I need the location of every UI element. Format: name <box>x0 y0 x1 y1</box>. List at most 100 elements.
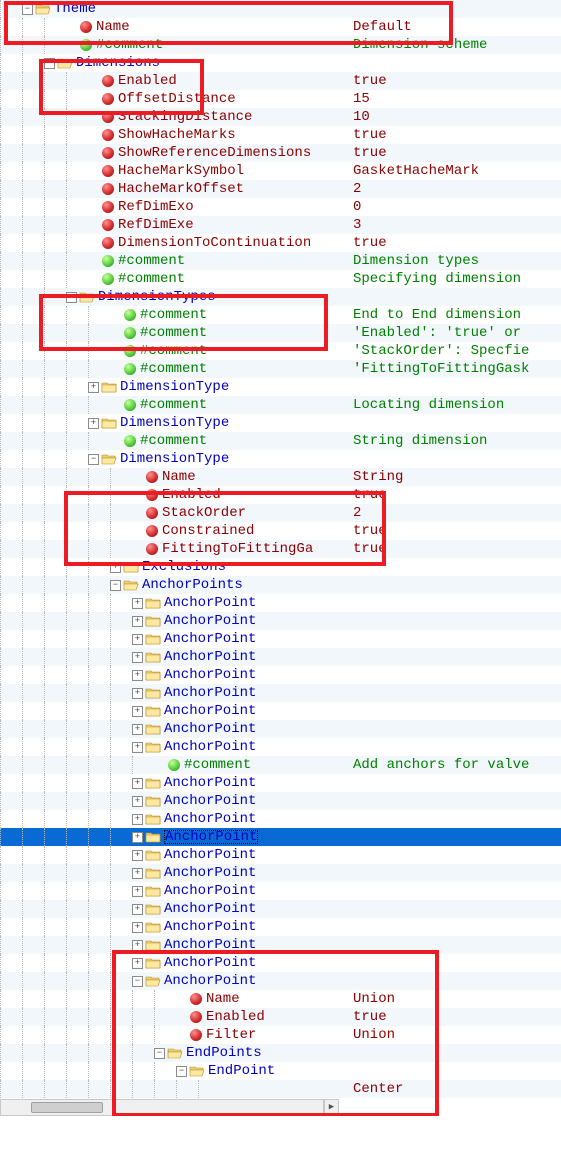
node-label[interactable]: #comment <box>184 758 255 772</box>
prop-stackorder[interactable]: StackOrder2 <box>0 504 561 522</box>
prop-theme-name[interactable]: Name Default <box>0 18 561 36</box>
node-value[interactable]: 15 <box>353 92 370 106</box>
node-label[interactable]: Name <box>96 20 134 34</box>
node-label[interactable]: ShowHacheMarks <box>118 128 240 142</box>
node-label[interactable]: #comment <box>140 398 211 412</box>
node-label[interactable]: ShowReferenceDimensions <box>118 146 315 160</box>
node-label[interactable]: AnchorPoints <box>142 578 247 592</box>
expand-icon[interactable]: + <box>132 958 143 969</box>
comment[interactable]: #commentDimension scheme <box>0 36 561 54</box>
node-dimtype-string[interactable]: − DimensionType <box>0 450 561 468</box>
expand-icon[interactable]: + <box>132 742 143 753</box>
node-value[interactable]: 2 <box>353 506 361 520</box>
expand-icon[interactable]: + <box>132 652 143 663</box>
node-label[interactable]: AnchorPoint <box>164 596 260 610</box>
node-value[interactable]: Dimension types <box>353 254 479 268</box>
node-anchorpoint[interactable]: +AnchorPoint <box>0 594 561 612</box>
node-label[interactable]: AnchorPoint <box>164 650 260 664</box>
node-theme[interactable]: −Theme <box>0 0 561 18</box>
prop-dim2cont[interactable]: DimensionToContinuationtrue <box>0 234 561 252</box>
expand-icon[interactable]: + <box>132 634 143 645</box>
prop-showrefdims[interactable]: ShowReferenceDimensionstrue <box>0 144 561 162</box>
node-anchorpoint[interactable]: +AnchorPoint <box>0 720 561 738</box>
expand-icon[interactable]: + <box>110 562 121 573</box>
node-label[interactable]: AnchorPoint <box>164 614 260 628</box>
expand-icon[interactable]: + <box>132 904 143 915</box>
node-value[interactable]: true <box>353 74 387 88</box>
prop-anchor-filter[interactable]: FilterUnion <box>0 1026 561 1044</box>
expand-icon[interactable]: + <box>132 940 143 951</box>
node-value[interactable]: Locating dimension <box>353 398 504 412</box>
node-value[interactable]: 3 <box>353 218 361 232</box>
node-label[interactable]: Theme <box>54 2 100 16</box>
node-value[interactable]: Default <box>353 20 412 34</box>
prop-refdimexo[interactable]: RefDimExo0 <box>0 198 561 216</box>
node-value[interactable]: Union <box>353 992 395 1006</box>
node-label[interactable]: AnchorPoint <box>164 848 260 862</box>
node-anchorpoint[interactable]: +AnchorPoint <box>0 936 561 954</box>
node-anchorpoints[interactable]: −AnchorPoints <box>0 576 561 594</box>
node-anchorpoint[interactable]: +AnchorPoint <box>0 846 561 864</box>
node-anchorpoint[interactable]: +AnchorPoint <box>0 864 561 882</box>
comment[interactable]: #comment Add anchors for valve <box>0 756 561 774</box>
node-dimensions[interactable]: −Dimensions <box>0 54 561 72</box>
node-value[interactable]: Add anchors for valve <box>353 758 529 772</box>
comment[interactable]: #comment'Enabled': 'true' or <box>0 324 561 342</box>
node-value[interactable]: 'StackOrder': Specfie <box>353 344 529 358</box>
node-dimtype[interactable]: +DimensionType <box>0 414 561 432</box>
node-exclusions[interactable]: + Exclusions <box>0 558 561 576</box>
node-label[interactable]: HacheMarkSymbol <box>118 164 248 178</box>
node-label[interactable]: AnchorPoint <box>164 686 260 700</box>
collapse-icon[interactable]: − <box>132 976 143 987</box>
node-endpoints[interactable]: −EndPoints <box>0 1044 561 1062</box>
prop-f2fga[interactable]: FittingToFittingGatrue <box>0 540 561 558</box>
node-endpoint[interactable]: −EndPoint <box>0 1062 561 1080</box>
prop-hachemarksymbol[interactable]: HacheMarkSymbolGasketHacheMark <box>0 162 561 180</box>
node-label[interactable]: AnchorPoint <box>164 704 260 718</box>
node-label[interactable]: AnchorPoint <box>164 866 260 880</box>
node-label[interactable]: #comment <box>140 308 211 322</box>
node-label[interactable]: Exclusions <box>142 560 230 574</box>
node-label[interactable]: StackingDistance <box>118 110 256 124</box>
node-label[interactable]: AnchorPoint <box>164 812 260 826</box>
horizontal-scrollbar[interactable] <box>0 1099 324 1116</box>
expand-icon[interactable]: + <box>88 382 99 393</box>
node-value[interactable]: String dimension <box>353 434 487 448</box>
node-anchorpoint-selected[interactable]: +AnchorPoint <box>0 828 561 846</box>
node-label[interactable]: #comment <box>118 254 189 268</box>
node-label[interactable]: AnchorPoint <box>164 920 260 934</box>
prop-anchor-enabled[interactable]: Enabledtrue <box>0 1008 561 1026</box>
comment[interactable]: #commentString dimension <box>0 432 561 450</box>
node-anchorpoint[interactable]: +AnchorPoint <box>0 630 561 648</box>
comment[interactable]: #commentSpecifying dimension <box>0 270 561 288</box>
node-anchorpoint[interactable]: +AnchorPoint <box>0 774 561 792</box>
node-anchorpoint[interactable]: +AnchorPoint <box>0 666 561 684</box>
node-label[interactable]: Dimensions <box>76 56 164 70</box>
node-label[interactable]: DimensionType <box>120 380 233 394</box>
node-label[interactable]: Name <box>162 470 200 484</box>
prop-dim-enabled[interactable]: Enabledtrue <box>0 72 561 90</box>
expand-icon[interactable]: + <box>132 796 143 807</box>
node-label[interactable]: AnchorPoint <box>164 956 260 970</box>
node-anchorpoint-open[interactable]: − AnchorPoint <box>0 972 561 990</box>
node-value[interactable]: 'Enabled': 'true' or <box>353 326 521 340</box>
node-label[interactable]: Name <box>206 992 244 1006</box>
node-label[interactable]: Filter <box>206 1028 260 1042</box>
collapse-icon[interactable]: − <box>88 454 99 465</box>
node-value[interactable]: true <box>353 488 387 502</box>
node-label[interactable]: Enabled <box>162 488 225 502</box>
node-dimtype[interactable]: + DimensionType <box>0 378 561 396</box>
expand-icon[interactable]: + <box>132 922 143 933</box>
prop-dimtype-name[interactable]: NameString <box>0 468 561 486</box>
comment[interactable]: #comment Locating dimension <box>0 396 561 414</box>
expand-icon[interactable]: + <box>132 814 143 825</box>
node-value[interactable]: 2 <box>353 182 361 196</box>
node-label[interactable]: DimensionType <box>120 452 233 466</box>
node-label[interactable]: AnchorPoint <box>164 974 260 988</box>
node-label[interactable]: AnchorPoint <box>164 830 258 844</box>
expand-icon[interactable]: + <box>132 724 143 735</box>
node-anchorpoint[interactable]: + AnchorPoint <box>0 900 561 918</box>
comment[interactable]: #comment'StackOrder': Specfie <box>0 342 561 360</box>
node-label[interactable]: AnchorPoint <box>164 902 260 916</box>
prop-dimtype-enabled[interactable]: Enabled true <box>0 486 561 504</box>
